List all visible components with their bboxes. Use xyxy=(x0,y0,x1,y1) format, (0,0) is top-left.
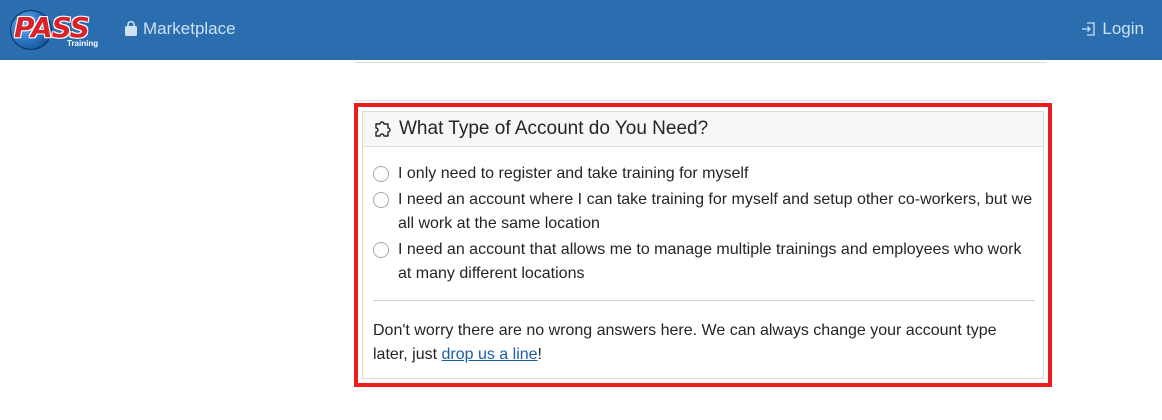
sign-in-icon xyxy=(1081,21,1097,37)
option-label: I only need to register and take trainin… xyxy=(398,165,749,182)
card-divider xyxy=(373,300,1035,301)
brand-subtitle: Training xyxy=(67,39,99,48)
previous-card-edge xyxy=(355,60,1046,63)
card-header: What Type of Account do You Need? xyxy=(363,112,1043,147)
puzzle-piece-icon xyxy=(373,120,393,138)
navbar: PASS Training Marketplace Login xyxy=(0,0,1162,60)
option-label: I need an account that allows me to mana… xyxy=(398,241,1022,282)
section-divider xyxy=(355,100,1046,101)
contact-link[interactable]: drop us a line xyxy=(441,346,537,363)
account-option-same-location[interactable]: I need an account where I can take train… xyxy=(373,188,1033,236)
shopping-bag-icon xyxy=(124,21,138,37)
radio-button[interactable] xyxy=(373,166,389,182)
nav-marketplace-link[interactable]: Marketplace xyxy=(124,18,236,40)
note-end: ! xyxy=(537,346,542,363)
card-title: What Type of Account do You Need? xyxy=(399,118,709,139)
radio-button[interactable] xyxy=(373,242,389,258)
highlight-box: What Type of Account do You Need? I only… xyxy=(354,103,1052,387)
nav-marketplace-label: Marketplace xyxy=(143,19,236,38)
account-option-multiple-locations[interactable]: I need an account that allows me to mana… xyxy=(373,238,1033,286)
option-label: I need an account where I can take train… xyxy=(398,191,1033,232)
account-type-card: What Type of Account do You Need? I only… xyxy=(362,111,1044,379)
nav-login-link[interactable]: Login xyxy=(1081,18,1144,40)
nav-login-label: Login xyxy=(1102,19,1144,38)
account-option-self[interactable]: I only need to register and take trainin… xyxy=(373,162,1033,186)
brand-logo[interactable]: PASS Training xyxy=(10,8,100,50)
radio-button[interactable] xyxy=(373,192,389,208)
account-type-options: I only need to register and take trainin… xyxy=(373,162,1033,288)
reassurance-note: Don't worry there are no wrong answers h… xyxy=(373,319,1033,367)
